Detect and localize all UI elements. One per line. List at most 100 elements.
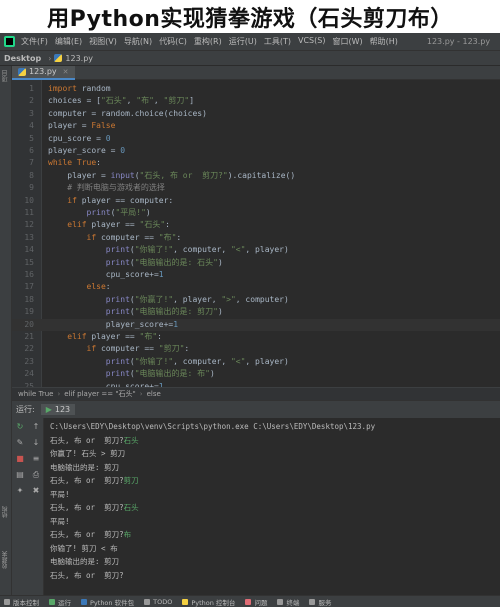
code-token: player = bbox=[48, 121, 92, 131]
console-output: 石头, 布 or 剪刀? bbox=[50, 435, 124, 445]
code-line[interactable]: 8 player = input("石头, 布 or 剪刀?").capital… bbox=[12, 170, 500, 182]
code-token: else bbox=[48, 282, 106, 292]
breadcrumb-item[interactable]: while True bbox=[18, 390, 53, 398]
menu-item[interactable]: 工具(T) bbox=[264, 36, 291, 47]
chevron-right-icon: › bbox=[57, 390, 61, 398]
layout-icon[interactable]: ▤ bbox=[15, 470, 25, 480]
run-console[interactable]: C:\Users\EDY\Desktop\venv\Scripts\python… bbox=[44, 418, 500, 595]
code-line[interactable]: 6 player_score = 0 bbox=[12, 145, 500, 157]
bottom-tool-button[interactable]: 版本控制 bbox=[4, 597, 39, 607]
bottom-tool-bar: 版本控制 运行 Python 软件包 TODO Python 控制台 问题 终端 服务 bbox=[0, 595, 500, 607]
code-line[interactable]: 10 if player == computer: bbox=[12, 195, 500, 207]
code-token: elif bbox=[48, 220, 92, 230]
code-line[interactable]: 21 elif player == "布": bbox=[12, 331, 500, 343]
nav-file-label: 123.py bbox=[65, 53, 94, 63]
code-line[interactable]: 9 # 判断电脑与游戏者的选择 bbox=[12, 182, 500, 194]
code-line[interactable]: 17 else: bbox=[12, 281, 500, 293]
menu-item[interactable]: 运行(U) bbox=[229, 36, 257, 47]
bottom-tool-button[interactable]: 终端 bbox=[277, 597, 299, 607]
code-line[interactable]: 7 while True: bbox=[12, 157, 500, 169]
code-token: ) bbox=[217, 307, 223, 317]
structure-tool-button[interactable]: 结构 bbox=[1, 506, 10, 518]
bottom-tool-button[interactable]: Python 软件包 bbox=[81, 597, 134, 607]
menu-item[interactable]: VCS(S) bbox=[298, 36, 325, 47]
code-token: if bbox=[48, 232, 101, 242]
run-toolbar: ↻ ✎ ■ ▤ ✦ bbox=[12, 418, 28, 595]
code-token: "布" bbox=[136, 96, 154, 106]
code-line[interactable]: 23 print("你输了!", computer, "<", player) bbox=[12, 356, 500, 368]
code-line[interactable]: 14 print("你输了!", computer, "<", player) bbox=[12, 244, 500, 256]
menu-item[interactable]: 窗口(W) bbox=[332, 36, 362, 47]
nav-file[interactable]: 123.py bbox=[54, 54, 93, 63]
menu-item[interactable]: 导航(N) bbox=[124, 36, 152, 47]
code-text: # 判断电脑与游戏者的选择 bbox=[48, 182, 165, 194]
menu-item[interactable]: 重构(R) bbox=[194, 36, 222, 47]
arrow-down-icon[interactable]: ↓ bbox=[31, 438, 41, 448]
code-line[interactable]: 12 elif player == "石头": bbox=[12, 219, 500, 231]
code-token: , bbox=[153, 96, 164, 106]
code-token: , player) bbox=[245, 245, 289, 255]
code-line[interactable]: 15 print("电脑输出的是: 石头") bbox=[12, 257, 500, 269]
code-line[interactable]: 2 choices = ["石头", "布", "剪刀"] bbox=[12, 95, 500, 107]
code-line[interactable]: 20 player_score+=1 bbox=[12, 318, 500, 331]
breadcrumb-item[interactable]: elif player == "石头" bbox=[64, 389, 136, 399]
menu-item[interactable]: 帮助(H) bbox=[370, 36, 398, 47]
code-line[interactable]: 11 print("平局!") bbox=[12, 207, 500, 219]
bottom-tool-label: 服务 bbox=[318, 598, 332, 607]
code-line[interactable]: 24 print("电脑输出的是: 布") bbox=[12, 368, 500, 380]
bottom-tool-button[interactable]: 问题 bbox=[245, 597, 267, 607]
pin-icon[interactable]: ✦ bbox=[15, 486, 25, 496]
nav-root[interactable]: Desktop bbox=[4, 54, 41, 63]
menu-item[interactable]: 代码(C) bbox=[159, 36, 187, 47]
code-token: player == computer: bbox=[81, 195, 174, 205]
menu-item[interactable]: 视图(V) bbox=[89, 36, 117, 47]
console-line: C:\Users\EDY\Desktop\venv\Scripts\python… bbox=[50, 420, 375, 433]
code-text: import random bbox=[48, 83, 111, 95]
bottom-tool-button[interactable]: TODO bbox=[144, 597, 172, 607]
stop-icon[interactable]: ■ bbox=[15, 454, 25, 464]
rerun-icon[interactable]: ↻ bbox=[15, 422, 25, 432]
code-token: print bbox=[105, 307, 130, 317]
line-number: 9 bbox=[29, 183, 34, 193]
breadcrumb-item[interactable]: else bbox=[147, 390, 161, 398]
wrench-icon[interactable]: ✎ bbox=[15, 438, 25, 448]
code-line[interactable]: 16 cpu_score+=1 bbox=[12, 269, 500, 281]
project-tool-button[interactable]: 项目 bbox=[1, 70, 10, 82]
console-line: 石头, 布 or 剪刀?石头 bbox=[50, 434, 139, 447]
code-token: ">" bbox=[221, 294, 236, 304]
line-number: 2 bbox=[29, 96, 34, 106]
chevron-right-icon: › bbox=[48, 53, 52, 63]
bottom-tool-button[interactable]: 运行 bbox=[49, 597, 71, 607]
print-icon[interactable]: ⎙ bbox=[31, 470, 41, 480]
code-line[interactable]: 5 cpu_score = 0 bbox=[12, 133, 500, 145]
arrow-up-icon[interactable]: ↑ bbox=[31, 422, 41, 432]
code-token: "石头" bbox=[100, 96, 127, 106]
code-text: print("电脑输出的是: 石头") bbox=[48, 257, 223, 269]
code-editor[interactable]: 1 import random 2 choices = ["石头", "布", "剪刀… bbox=[12, 80, 500, 387]
code-token: "平局!" bbox=[115, 208, 146, 217]
favorites-tool-button[interactable]: 收藏夹 bbox=[1, 551, 10, 569]
editor-tab-123[interactable]: 123.py ✕ bbox=[12, 65, 75, 80]
code-token: "布" bbox=[158, 232, 177, 242]
close-icon[interactable]: ✕ bbox=[63, 68, 69, 76]
run-tab-123[interactable]: ▶ 123 bbox=[40, 404, 76, 415]
code-token: "布" bbox=[139, 332, 158, 341]
code-line[interactable]: 19 print("电脑输出的是: 剪刀") bbox=[12, 306, 500, 318]
trash-icon[interactable]: ✖ bbox=[31, 486, 41, 496]
console-output: 石头, 布 or 剪刀? bbox=[50, 503, 124, 512]
bottom-tool-button[interactable]: 服务 bbox=[309, 597, 331, 607]
console-line: 石头, 布 or 剪刀?石头 bbox=[50, 501, 139, 514]
code-line[interactable]: 13 if computer == "布": bbox=[12, 232, 500, 244]
code-token: if bbox=[48, 195, 82, 205]
code-line[interactable]: 22 if computer == "剪刀": bbox=[12, 343, 500, 355]
tool-window-icon bbox=[4, 598, 10, 605]
menu-item[interactable]: 编辑(E) bbox=[55, 36, 82, 47]
soft-wrap-icon[interactable]: ≡ bbox=[31, 454, 41, 464]
bottom-tool-button[interactable]: Python 控制台 bbox=[182, 597, 235, 607]
menu-item[interactable]: 文件(F) bbox=[21, 36, 48, 47]
code-line[interactable]: 4 player = False bbox=[12, 120, 500, 132]
code-line[interactable]: 3 computer = random.choice(choices) bbox=[12, 108, 500, 120]
code-token: , computer, bbox=[173, 245, 231, 255]
code-line[interactable]: 1 import random bbox=[12, 83, 500, 95]
code-line[interactable]: 18 print("你赢了!", player, ">", computer) bbox=[12, 294, 500, 306]
